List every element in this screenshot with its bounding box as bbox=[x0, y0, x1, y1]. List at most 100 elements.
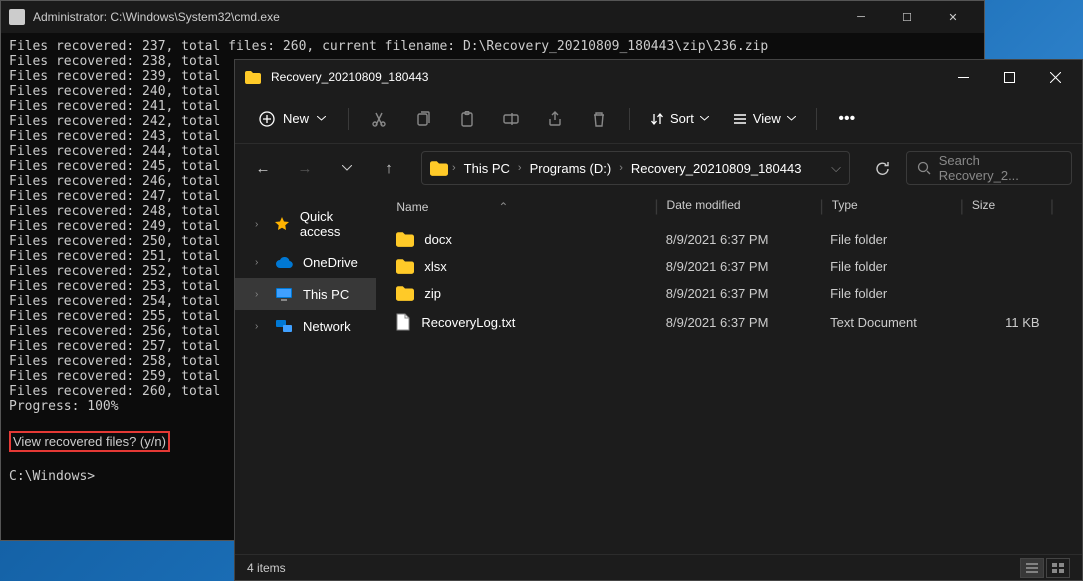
share-button[interactable] bbox=[535, 101, 575, 137]
chevron-right-icon: › bbox=[518, 162, 522, 174]
file-name: docx bbox=[424, 232, 451, 247]
view-large-button[interactable] bbox=[1046, 558, 1070, 578]
more-button[interactable]: ••• bbox=[827, 101, 867, 137]
file-name: xlsx bbox=[424, 259, 446, 274]
explorer-titlebar[interactable]: Recovery_20210809_180443 bbox=[235, 60, 1082, 94]
minimize-button[interactable]: ─ bbox=[838, 1, 884, 33]
file-name: RecoveryLog.txt bbox=[421, 315, 515, 330]
explorer-body: › Quick access › OneDrive › This PC › Network N… bbox=[235, 192, 1082, 554]
chevron-right-icon: › bbox=[452, 162, 456, 174]
maximize-button[interactable] bbox=[986, 60, 1032, 94]
breadcrumb[interactable]: › This PC › Programs (D:) › Recovery_202… bbox=[421, 151, 850, 185]
search-placeholder: Search Recovery_2... bbox=[939, 153, 1061, 183]
explorer-window: Recovery_20210809_180443 New Sort View bbox=[234, 59, 1083, 581]
separator: | bbox=[1042, 198, 1062, 216]
col-date[interactable]: Date modified bbox=[667, 198, 812, 216]
sidebar-item-network[interactable]: › Network bbox=[235, 310, 376, 342]
folder-icon bbox=[430, 161, 448, 176]
sort-indicator-icon: ⌃ bbox=[498, 200, 508, 214]
maximize-button[interactable]: ☐ bbox=[884, 1, 930, 33]
chevron-right-icon: › bbox=[255, 289, 265, 300]
file-row[interactable]: RecoveryLog.txt|8/9/2021 6:37 PM|Text Do… bbox=[376, 307, 1082, 337]
pc-icon bbox=[275, 285, 293, 303]
chevron-down-icon bbox=[787, 116, 796, 121]
separator bbox=[348, 108, 349, 130]
sort-label: Sort bbox=[670, 111, 694, 126]
separator: | bbox=[812, 198, 832, 216]
chevron-right-icon: › bbox=[255, 257, 265, 268]
col-size[interactable]: Size bbox=[972, 198, 1042, 216]
up-button[interactable]: ↑ bbox=[371, 150, 407, 186]
folder-icon bbox=[245, 71, 261, 84]
separator: | bbox=[952, 198, 972, 216]
file-row[interactable]: zip|8/9/2021 6:37 PM|File folder| bbox=[376, 280, 1082, 307]
sidebar-item-label: Network bbox=[303, 319, 351, 334]
sidebar-item-label: This PC bbox=[303, 287, 349, 302]
back-button[interactable]: ← bbox=[245, 150, 281, 186]
cmd-icon bbox=[9, 9, 25, 25]
explorer-title: Recovery_20210809_180443 bbox=[271, 70, 940, 84]
new-button[interactable]: New bbox=[247, 105, 338, 133]
delete-button[interactable] bbox=[579, 101, 619, 137]
refresh-button[interactable] bbox=[864, 151, 900, 185]
breadcrumb-folder[interactable]: Recovery_20210809_180443 bbox=[627, 159, 806, 178]
search-input[interactable]: Search Recovery_2... bbox=[906, 151, 1072, 185]
separator bbox=[816, 108, 817, 130]
col-name[interactable]: Name bbox=[396, 200, 428, 214]
cut-button[interactable] bbox=[359, 101, 399, 137]
chevron-right-icon: › bbox=[619, 162, 623, 174]
view-button[interactable]: View bbox=[723, 105, 806, 132]
chevron-down-icon bbox=[317, 116, 326, 121]
close-button[interactable]: ✕ bbox=[930, 1, 976, 33]
separator bbox=[629, 108, 630, 130]
sidebar-item-label: Quick access bbox=[300, 209, 369, 239]
file-date: 8/9/2021 6:37 PM bbox=[666, 259, 811, 274]
folder-icon bbox=[396, 232, 414, 247]
col-type[interactable]: Type bbox=[832, 198, 952, 216]
search-icon bbox=[917, 161, 931, 175]
file-icon bbox=[396, 313, 411, 331]
network-icon bbox=[275, 317, 293, 335]
cmd-title: Administrator: C:\Windows\System32\cmd.e… bbox=[33, 10, 838, 24]
sidebar-item-label: OneDrive bbox=[303, 255, 358, 270]
chevron-down-icon[interactable]: ⌵ bbox=[831, 160, 841, 176]
breadcrumb-root[interactable]: This PC bbox=[460, 159, 514, 178]
close-button[interactable] bbox=[1032, 60, 1078, 94]
cmd-titlebar[interactable]: Administrator: C:\Windows\System32\cmd.e… bbox=[1, 1, 984, 33]
sort-button[interactable]: Sort bbox=[640, 105, 719, 132]
status-text: 4 items bbox=[247, 561, 286, 575]
sidebar: › Quick access › OneDrive › This PC › Network bbox=[235, 192, 376, 554]
separator: | bbox=[646, 198, 666, 216]
plus-circle-icon bbox=[259, 111, 275, 127]
paste-button[interactable] bbox=[447, 101, 487, 137]
file-row[interactable]: xlsx|8/9/2021 6:37 PM|File folder| bbox=[376, 253, 1082, 280]
file-list: docx|8/9/2021 6:37 PM|File folder|xlsx|8… bbox=[376, 222, 1082, 554]
star-icon bbox=[274, 215, 290, 233]
file-date: 8/9/2021 6:37 PM bbox=[666, 286, 811, 301]
file-size: 11 KB bbox=[970, 315, 1040, 330]
recent-button[interactable] bbox=[329, 150, 365, 186]
folder-icon bbox=[396, 259, 414, 274]
chevron-right-icon: › bbox=[255, 219, 264, 230]
sidebar-item-onedrive[interactable]: › OneDrive bbox=[235, 246, 376, 278]
sidebar-item-this-pc[interactable]: › This PC bbox=[235, 278, 376, 310]
view-details-button[interactable] bbox=[1020, 558, 1044, 578]
copy-button[interactable] bbox=[403, 101, 443, 137]
file-type: Text Document bbox=[830, 315, 950, 330]
forward-button[interactable]: → bbox=[287, 150, 323, 186]
file-date: 8/9/2021 6:37 PM bbox=[666, 315, 811, 330]
new-button-label: New bbox=[283, 111, 309, 126]
file-name: zip bbox=[424, 286, 441, 301]
chevron-right-icon: › bbox=[255, 321, 265, 332]
rename-button[interactable] bbox=[491, 101, 531, 137]
column-headers[interactable]: Name ⌃ | Date modified | Type | Size | bbox=[376, 192, 1082, 222]
sidebar-item-quick-access[interactable]: › Quick access bbox=[235, 202, 376, 246]
file-row[interactable]: docx|8/9/2021 6:37 PM|File folder| bbox=[376, 226, 1082, 253]
chevron-down-icon bbox=[700, 116, 709, 121]
breadcrumb-drive[interactable]: Programs (D:) bbox=[526, 159, 616, 178]
status-bar: 4 items bbox=[235, 554, 1082, 580]
cloud-icon bbox=[275, 253, 293, 271]
minimize-button[interactable] bbox=[940, 60, 986, 94]
sort-icon bbox=[650, 112, 664, 126]
view-icon bbox=[733, 112, 747, 126]
